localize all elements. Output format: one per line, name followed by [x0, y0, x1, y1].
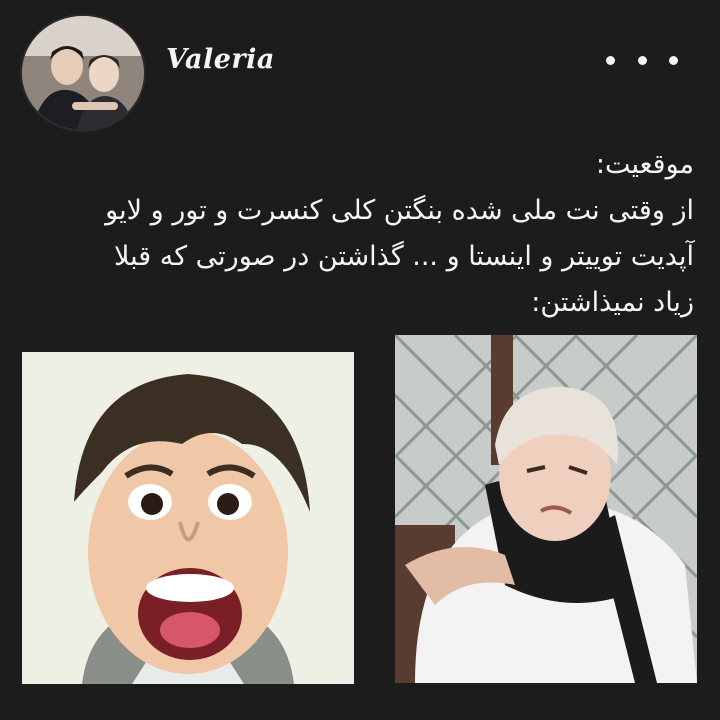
- post-text-line: از وقتی نت ملی شده بنگتن کلی کنسرت و تور…: [105, 195, 694, 226]
- more-options-icon: [669, 55, 678, 65]
- post-text-line: موقعیت:: [595, 149, 694, 180]
- post-text-line: آپدیت توییتر و اینستا و ... گذاشتن در صو…: [114, 241, 694, 272]
- shocked-face-photo-icon: [22, 352, 354, 684]
- post-image-right[interactable]: [395, 335, 697, 683]
- username[interactable]: Valeria: [166, 44, 275, 75]
- post-text-line: زیاد نمیذاشتن:: [531, 287, 694, 318]
- grimace-face-photo-icon: [395, 335, 697, 683]
- post-image-left[interactable]: [22, 352, 354, 684]
- profile-photo-icon: [22, 16, 144, 130]
- more-options-icon: [637, 55, 647, 65]
- more-options-icon: [606, 55, 615, 65]
- profile-avatar[interactable]: [20, 14, 146, 132]
- more-options-button[interactable]: [606, 40, 678, 80]
- post-text: موقعیت: از وقتی نت ملی شده بنگتن کلی کنس…: [22, 142, 694, 326]
